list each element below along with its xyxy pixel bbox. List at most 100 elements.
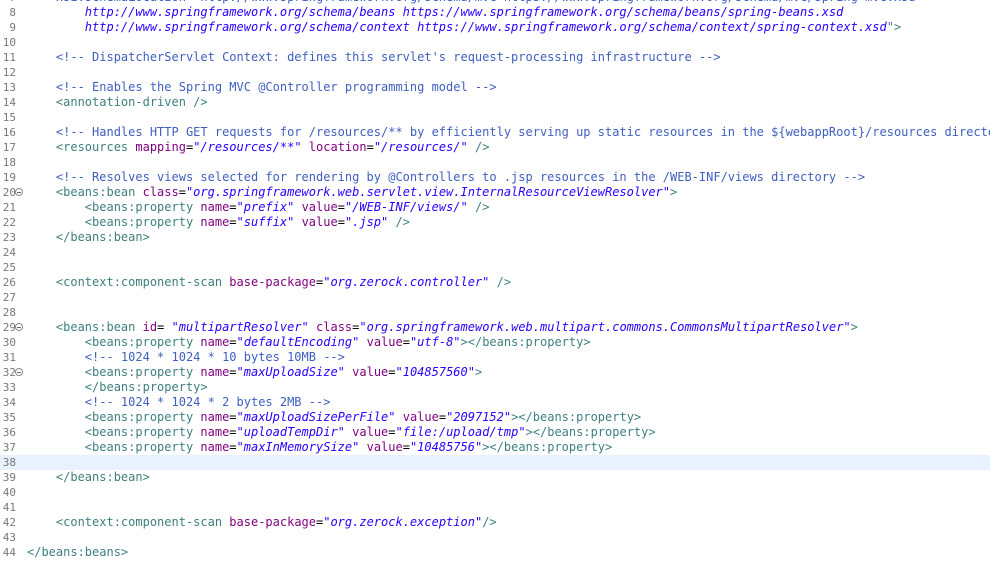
- code-line[interactable]: 39 </beans:bean>: [0, 470, 990, 485]
- line-number: 29: [2, 321, 16, 334]
- code-line[interactable]: 28: [0, 305, 990, 320]
- code-line[interactable]: 42 <context:component-scan base-package=…: [0, 515, 990, 530]
- code-token: name: [200, 215, 230, 229]
- code-line[interactable]: 16 <!-- Handles HTTP GET requests for /r…: [0, 125, 990, 140]
- code-token: =: [157, 320, 172, 334]
- code-line[interactable]: 19 <!-- Resolves views selected for rend…: [0, 170, 990, 185]
- code-line[interactable]: 43: [0, 530, 990, 545]
- code-token: <beans:property: [27, 335, 201, 349]
- line-number: 11: [2, 51, 16, 64]
- fold-collapse-icon[interactable]: [15, 323, 23, 331]
- line-number: 36: [2, 426, 16, 439]
- line-text: <beans:property name="defaultEncoding" v…: [27, 335, 591, 350]
- code-token: "uploadTempDir": [236, 425, 345, 439]
- code-line[interactable]: 8 http://www.springframework.org/schema/…: [0, 5, 990, 20]
- code-line[interactable]: 37 <beans:property name="maxInMemorySize…: [0, 440, 990, 455]
- code-token: "org.zerock.exception": [323, 515, 483, 529]
- code-token: location: [308, 140, 367, 154]
- code-line[interactable]: 44 </beans:beans>: [0, 545, 990, 560]
- code-line[interactable]: 20 <beans:bean class="org.springframewor…: [0, 185, 990, 200]
- code-line[interactable]: 27: [0, 290, 990, 305]
- line-number: 21: [2, 201, 16, 214]
- code-token: value: [352, 365, 389, 379]
- line-number: 18: [2, 156, 16, 169]
- code-token: =: [402, 440, 410, 454]
- code-line[interactable]: 29 <beans:bean id= "multipartResolver" c…: [0, 320, 990, 335]
- code-token: </beans:property>: [27, 380, 208, 394]
- code-token: value: [301, 215, 338, 229]
- code-line[interactable]: 9 http://www.springframework.org/schema/…: [0, 20, 990, 35]
- code-line[interactable]: 24: [0, 245, 990, 260]
- fold-collapse-icon[interactable]: [15, 188, 23, 196]
- code-line[interactable]: 41: [0, 500, 990, 515]
- code-line[interactable]: 35 <beans:property name="maxUploadSizePe…: [0, 410, 990, 425]
- line-text: <beans:property name="suffix" value=".js…: [27, 215, 410, 230]
- code-token: "/WEB-INF/views/": [344, 200, 468, 214]
- code-line[interactable]: 23 </beans:bean>: [0, 230, 990, 245]
- code-token: "2097152": [446, 410, 512, 424]
- code-token: value: [366, 440, 403, 454]
- code-area[interactable]: 7 xsi:schemaLocation="http://www.springf…: [0, 0, 990, 560]
- code-token: />: [489, 275, 512, 289]
- line-number: 27: [2, 291, 16, 304]
- line-number: 40: [2, 486, 16, 499]
- code-line[interactable]: 30 <beans:property name="defaultEncoding…: [0, 335, 990, 350]
- line-number: 12: [2, 66, 16, 79]
- code-token: <beans:property: [27, 440, 201, 454]
- code-token: name: [200, 410, 230, 424]
- fold-collapse-icon[interactable]: [15, 368, 23, 376]
- line-number: 19: [2, 171, 16, 184]
- code-line[interactable]: 12: [0, 65, 990, 80]
- code-line[interactable]: 26 <context:component-scan base-package=…: [0, 275, 990, 290]
- code-token: =: [337, 215, 345, 229]
- code-token: />: [482, 515, 497, 529]
- code-token: =: [438, 410, 447, 424]
- code-token: name: [200, 200, 230, 214]
- code-line[interactable]: 14 <annotation-driven />: [0, 95, 990, 110]
- code-line[interactable]: 18: [0, 155, 990, 170]
- line-number: 44: [2, 546, 16, 559]
- code-token: =: [229, 440, 237, 454]
- code-token: "maxUploadSize": [236, 365, 345, 379]
- code-line[interactable]: 13 <!-- Enables the Spring MVC @Controll…: [0, 80, 990, 95]
- code-line[interactable]: 31 <!-- 1024 * 1024 * 10 bytes 10MB -->: [0, 350, 990, 365]
- code-token: value: [352, 425, 389, 439]
- code-token: ></beans:property>: [525, 425, 656, 439]
- code-token: "/resources/**": [193, 140, 302, 154]
- code-line[interactable]: 25: [0, 260, 990, 275]
- line-number: 26: [2, 276, 16, 289]
- line-number: 25: [2, 261, 16, 274]
- line-number: 24: [2, 246, 16, 259]
- code-token: <beans:bean: [27, 185, 143, 199]
- code-line[interactable]: 21 <beans:property name="prefix" value="…: [0, 200, 990, 215]
- line-text: </beans:bean>: [27, 230, 150, 245]
- line-number: 43: [2, 531, 16, 544]
- code-line[interactable]: 32 <beans:property name="maxUploadSize" …: [0, 365, 990, 380]
- code-token: =: [229, 200, 237, 214]
- code-editor[interactable]: 7 xsi:schemaLocation="http://www.springf…: [0, 0, 990, 578]
- code-line[interactable]: 11 <!-- DispatcherServlet Context: defin…: [0, 50, 990, 65]
- code-line[interactable]: 40: [0, 485, 990, 500]
- code-token: <beans:bean: [27, 320, 143, 334]
- code-line[interactable]: 17 <resources mapping = "/resources/**" lo…: [0, 140, 990, 155]
- code-token: value: [366, 335, 403, 349]
- code-token: "/resources/": [373, 140, 468, 154]
- code-line[interactable]: 34 <!-- 1024 * 1024 * 2 bytes 2MB -->: [0, 395, 990, 410]
- line-number: 10: [2, 36, 16, 49]
- code-line[interactable]: 15: [0, 110, 990, 125]
- code-line[interactable]: 36 <beans:property name="uploadTempDir" …: [0, 425, 990, 440]
- code-line[interactable]: 22 <beans:property name="suffix" value="…: [0, 215, 990, 230]
- code-token: class: [316, 320, 353, 334]
- code-line[interactable]: 33 </beans:property>: [0, 380, 990, 395]
- line-text: http://www.springframework.org/schema/be…: [27, 5, 844, 20]
- code-token: id: [142, 320, 158, 334]
- line-number: 8: [9, 6, 16, 19]
- code-token: http://www.springframework.org/schema/be…: [27, 5, 844, 19]
- code-line[interactable]: 38: [0, 455, 990, 470]
- code-line[interactable]: 10: [0, 35, 990, 50]
- line-text: <!-- Handles HTTP GET requests for /reso…: [27, 125, 990, 140]
- code-token: ">: [886, 20, 902, 34]
